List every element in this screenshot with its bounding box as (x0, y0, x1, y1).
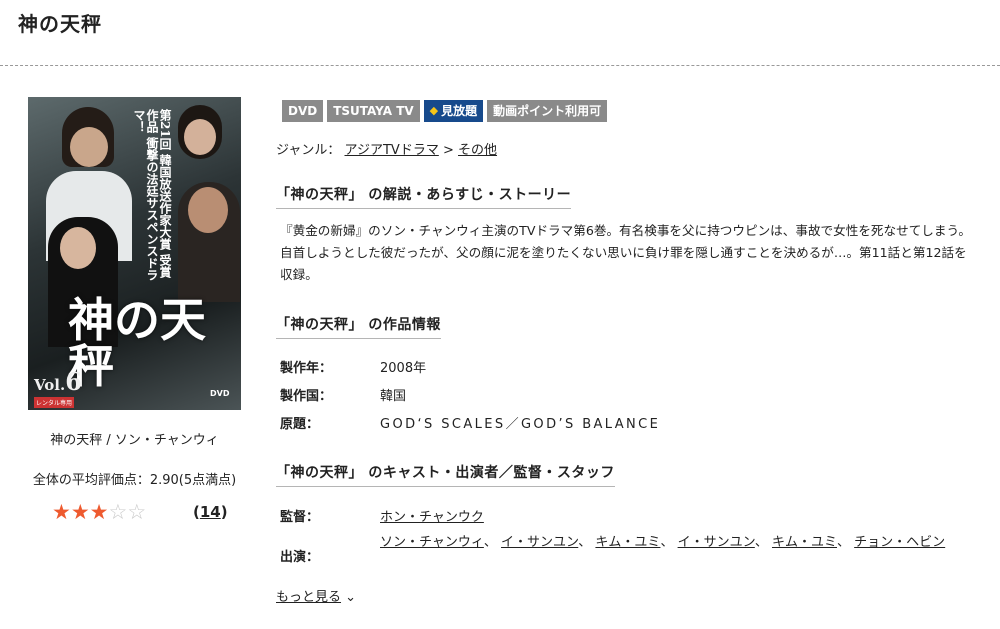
dvd-logo: DVD (210, 389, 230, 398)
info-label: 製作国： (280, 389, 333, 404)
cover-caption: 神の天秤 / ソン・チャンウィ (50, 433, 219, 448)
synopsis-text: 『黄金の新婦』のソン・チャンウィ主演のTVドラマ第6巻。有名検事を父に持つウピン… (280, 223, 971, 282)
show-more-link[interactable]: もっと見る (276, 590, 341, 605)
info-value: 韓国 (380, 389, 407, 404)
work-info-heading: 「神の天秤」 の作品情報 (276, 314, 441, 339)
synopsis-heading: 「神の天秤」 の解説・あらすじ・ストーリー (276, 184, 572, 209)
review-count: (14) (193, 503, 228, 521)
actors-label: 出演： (280, 550, 320, 565)
average-rating-label: 全体の平均評価点：2.90(5点満点) (32, 473, 237, 488)
badge-list: DVD TSUTAYA TV ◆ 見放題 動画ポイント利用可 (282, 100, 608, 122)
actor-link[interactable]: イ・サンユン (501, 535, 578, 550)
diamond-icon: ◆ (429, 104, 439, 117)
show-more[interactable]: もっと見る ⌄ (276, 586, 356, 605)
cast-heading: 「神の天秤」 のキャスト・出演者／監督・スタッフ (276, 462, 615, 487)
actor-link[interactable]: キム・ユミ (772, 535, 837, 550)
badge-dvd: DVD (282, 100, 324, 122)
director-label: 監督： (280, 510, 320, 525)
genre-label: ジャンル： (276, 143, 341, 158)
info-value: 2008年 (380, 361, 427, 376)
star-empty-icon: ☆ (127, 500, 147, 524)
cover-title: 神の天秤 (68, 293, 206, 393)
actor-link[interactable]: ソン・チャンウィ (380, 535, 484, 550)
chevron-down-icon: ⌄ (345, 590, 357, 605)
star-full-icon: ★ (89, 500, 109, 524)
genre-separator: > (442, 143, 454, 158)
cover-volume: Vol.6 (34, 367, 82, 396)
cover-tagline: 第21回 韓国放送作家大賞 受賞作品 衝撃の法廷サスペンスドラマ！ (132, 109, 172, 282)
page-title: 神の天秤 (18, 12, 102, 36)
cover-rental-tag: レンタル専用 (34, 397, 75, 408)
info-label: 原題： (280, 417, 320, 432)
director-link[interactable]: ホン・チャンウク (380, 506, 484, 525)
actor-link[interactable]: チョン・ヘビン (854, 535, 945, 550)
genre-link-asian-tv-drama[interactable]: アジアTVドラマ (345, 143, 439, 158)
header-divider (0, 65, 1000, 66)
review-count-link[interactable]: 14 (200, 503, 221, 521)
info-value: GOD‘S SCALES／GOD’S BALANCE (380, 417, 661, 432)
actor-link[interactable]: イ・サンユン (678, 535, 755, 550)
star-rating: ★★★☆☆ (52, 500, 146, 524)
badge-video-points: 動画ポイント利用可 (487, 100, 608, 122)
badge-tsutaya-tv: TSUTAYA TV (327, 100, 420, 122)
actor-list: ソン・チャンウィ、 イ・サンユン、 キム・ユミ、 イ・サンユン、 キム・ユミ、 … (380, 535, 946, 550)
star-empty-icon: ☆ (108, 500, 128, 524)
star-full-icon: ★ (52, 500, 71, 524)
actor-link[interactable]: キム・ユミ (595, 535, 660, 550)
genre-breadcrumb: ジャンル： アジアTVドラマ > その他 (276, 139, 497, 158)
star-full-icon: ★ (70, 500, 90, 524)
cover-image[interactable]: 第21回 韓国放送作家大賞 受賞作品 衝撃の法廷サスペンスドラマ！ 神の天秤 V… (28, 97, 241, 410)
badge-unlimited: ◆ 見放題 (423, 100, 484, 122)
info-label: 製作年： (280, 361, 333, 376)
genre-link-other[interactable]: その他 (458, 143, 497, 158)
